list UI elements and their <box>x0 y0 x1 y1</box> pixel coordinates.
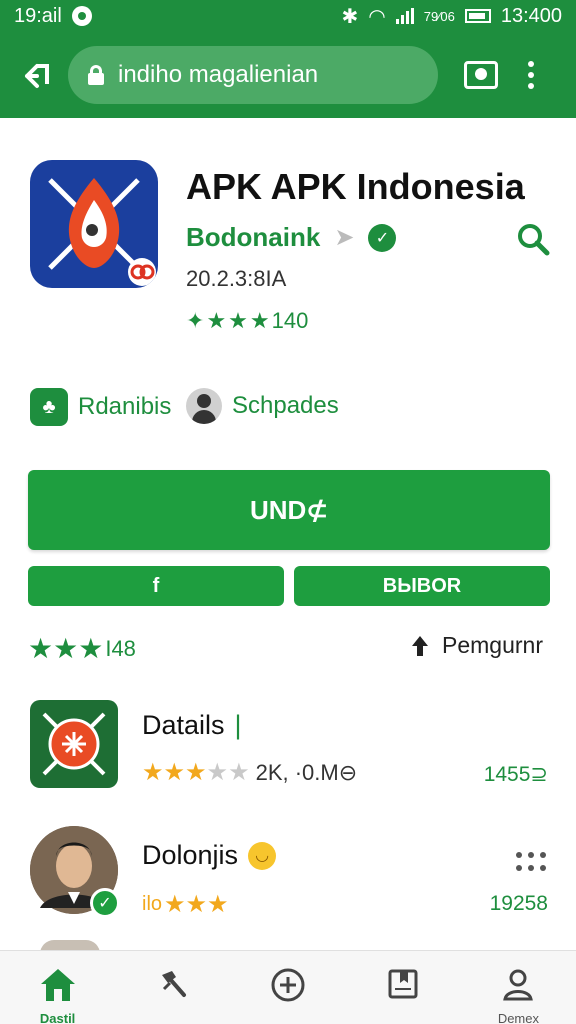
back-button[interactable] <box>18 55 58 95</box>
nav-library[interactable] <box>346 951 461 1024</box>
star-icon: ★ <box>142 759 164 786</box>
chip-category[interactable]: ♣ Rdanibis <box>30 388 171 426</box>
bottom-navigation: Dastil Demex <box>0 950 576 1024</box>
more-options-icon[interactable] <box>516 852 546 872</box>
star-icon: ★ <box>185 759 207 786</box>
star-icon: ★ <box>249 308 270 333</box>
url-text: indiho magalienian <box>118 61 319 88</box>
chip-label: Schpades <box>232 392 339 419</box>
tools-icon <box>161 971 186 997</box>
notification-icon <box>71 6 92 26</box>
announcement-link[interactable]: Pemgurnr <box>408 632 543 659</box>
star-icon: ★ <box>207 891 229 918</box>
app-rating: ✦ ★ ★ ★ 140 <box>186 308 308 334</box>
nav-add[interactable] <box>230 951 345 1024</box>
pin-icon <box>412 635 428 656</box>
developer-row: Bodonaink ➤ ✓ <box>186 222 397 253</box>
app-title: APK APK Indonesia <box>186 166 525 207</box>
avatar: ✓ <box>30 826 120 918</box>
nav-profile[interactable]: Demex <box>461 951 576 1024</box>
developer-link[interactable]: Bodonaink <box>186 222 320 253</box>
overflow-menu-button[interactable] <box>528 61 534 89</box>
star-icon: ★ <box>185 891 208 918</box>
chip-label: Rdanibis <box>78 393 172 420</box>
star-icon: ★ <box>78 633 104 664</box>
user-avatar-icon <box>186 388 222 424</box>
verified-icon: ✓ <box>90 888 120 918</box>
bluetooth-icon: ✱ <box>341 5 359 28</box>
list-item-title-text: Dolonjis <box>142 840 239 870</box>
secondary-right-button[interactable]: BЫBOR <box>294 566 550 606</box>
star-icon: ★ <box>28 633 54 664</box>
secondary-left-button[interactable]: f <box>28 566 284 606</box>
list-item[interactable]: ✓ Dolonjis ◡ ilo ★ ★ ★ 19258 <box>0 826 576 926</box>
chip-publisher[interactable]: Schpades <box>186 388 339 424</box>
version-text: 20.2.3:8IA <box>186 266 287 291</box>
browser-toolbar: indiho magalienian <box>0 32 576 118</box>
arrow-icon: ➤ <box>334 224 355 251</box>
app-icon <box>30 160 158 288</box>
list-item-meta: 2K, ·0.M⊖ <box>255 759 358 785</box>
list-item-title-text: Datails <box>142 710 225 740</box>
star-icon: ✦ <box>186 308 205 333</box>
star-empty-icon: ★ <box>206 759 229 786</box>
list-item-count: 1455⊇ <box>483 763 548 786</box>
android-icon: ♣ <box>30 388 68 426</box>
status-time: 19:ail <box>14 4 62 27</box>
lock-icon <box>88 65 104 85</box>
star-empty-icon: ★ <box>228 759 250 786</box>
status-right-time: 13:400 <box>500 4 562 27</box>
star-icon: ★ <box>206 308 227 333</box>
list-item-rating: ilo ★ ★ ★ <box>142 890 229 919</box>
summary-rating-count: I48 <box>105 635 136 661</box>
wifi-icon: ◠ <box>368 5 386 28</box>
nav-label: Demex <box>497 1011 539 1024</box>
home-icon <box>40 969 75 1001</box>
nav-tools[interactable] <box>115 951 230 1024</box>
profile-icon <box>503 969 534 1001</box>
search-icon <box>518 224 550 256</box>
list-thumb <box>30 700 118 788</box>
camera-button[interactable] <box>464 61 498 89</box>
rating-count: 140 <box>271 308 309 333</box>
star-icon: ★ <box>228 308 248 333</box>
list-item-meta: ilo <box>142 893 163 915</box>
status-bar: 19:ail ✱ ◠ 79⁄06 13:400 <box>0 0 576 32</box>
search-button[interactable] <box>516 222 550 256</box>
star-icon: ★ <box>164 891 186 918</box>
list-item-title: Datails | <box>142 710 242 741</box>
star-icon: ★ <box>53 633 79 664</box>
status-small-text: 79⁄06 <box>423 8 455 24</box>
list-item-rating: ★ ★ ★ ★ ★ 2K, ·0.M⊖ <box>142 758 357 787</box>
list-item-title: Dolonjis ◡ <box>142 840 277 871</box>
list-item-count: 19258 <box>489 892 548 915</box>
url-bar[interactable]: indiho magalienian <box>68 46 438 104</box>
install-button[interactable]: UND⊄ <box>28 470 550 550</box>
bookmark-icon <box>388 969 418 999</box>
nav-home[interactable]: Dastil <box>0 951 115 1024</box>
back-arrow-icon <box>25 64 49 88</box>
verified-icon: ✓ <box>368 223 397 252</box>
star-icon: ★ <box>163 759 186 786</box>
signal-icon <box>395 8 414 24</box>
nav-label: Dastil <box>39 1011 76 1024</box>
emoji-icon: ◡ <box>248 841 277 870</box>
announcement-label: Pemgurnr <box>442 632 543 658</box>
list-item[interactable]: Datails | ★ ★ ★ ★ ★ 2K, ·0.M⊖ 1455⊇ <box>0 698 576 798</box>
cursor-mark: | <box>234 710 242 740</box>
battery-icon <box>464 9 491 23</box>
summary-rating: ★ ★ ★ I48 <box>28 632 136 665</box>
add-circle-icon <box>271 968 305 1002</box>
